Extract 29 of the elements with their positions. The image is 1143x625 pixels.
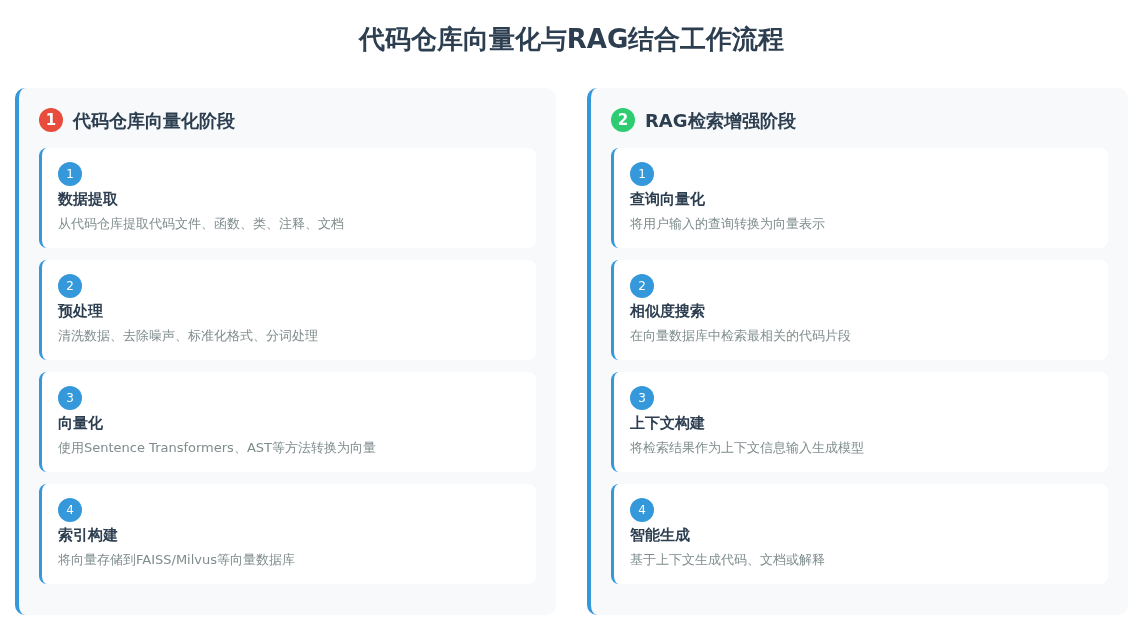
step-description: 从代码仓库提取代码文件、函数、类、注释、文档 — [58, 215, 344, 233]
step-description: 基于上下文生成代码、文档或解释 — [630, 551, 825, 569]
step-description: 在向量数据库中检索最相关的代码片段 — [630, 327, 851, 345]
step-title: 索引构建 — [58, 525, 118, 546]
step-title: 智能生成 — [630, 525, 690, 546]
phase-title: RAG检索增强阶段 — [645, 108, 796, 133]
step-number-badge: 1 — [58, 162, 82, 186]
step-number-badge: 4 — [58, 498, 82, 522]
step-number-badge: 2 — [630, 274, 654, 298]
step-title: 数据提取 — [58, 189, 118, 210]
phase-number-badge: 2 — [611, 108, 635, 132]
step-number-badge: 1 — [630, 162, 654, 186]
step-description: 将向量存储到FAISS/Milvus等向量数据库 — [58, 551, 296, 569]
step-number-badge: 3 — [58, 386, 82, 410]
step-description: 将用户输入的查询转换为向量表示 — [630, 215, 825, 233]
page-title: 代码仓库向量化与RAG结合工作流程 — [357, 23, 786, 56]
phase-number-badge: 1 — [39, 108, 63, 132]
phase-title: 代码仓库向量化阶段 — [73, 108, 235, 133]
step-number-badge: 2 — [58, 274, 82, 298]
step-title: 预处理 — [58, 301, 103, 322]
step-title: 相似度搜索 — [630, 301, 705, 322]
step-number-badge: 3 — [630, 386, 654, 410]
step-description: 清洗数据、去除噪声、标准化格式、分词处理 — [58, 327, 318, 345]
step-title: 查询向量化 — [630, 189, 705, 210]
step-title: 上下文构建 — [630, 413, 705, 434]
step-number-badge: 4 — [630, 498, 654, 522]
step-description: 将检索结果作为上下文信息输入生成模型 — [630, 439, 864, 457]
step-title: 向量化 — [58, 413, 103, 434]
step-description: 使用Sentence Transformers、AST等方法转换为向量 — [58, 439, 376, 457]
